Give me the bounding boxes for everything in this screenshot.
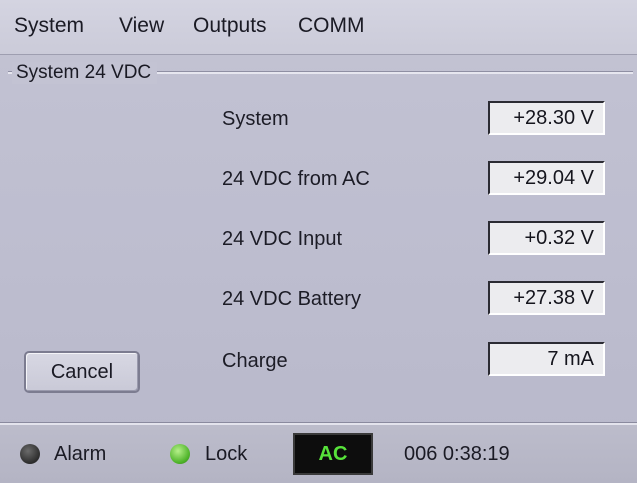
vdc-input-label: 24 VDC Input xyxy=(222,228,343,250)
counter-time: 006 0:38:19 xyxy=(404,443,510,465)
vdc-battery-value: +27.38 V xyxy=(488,281,605,315)
menu-system[interactable]: System xyxy=(14,14,84,38)
power-source-indicator: AC xyxy=(293,433,373,475)
vdc-from-ac-label: 24 VDC from AC xyxy=(222,168,370,190)
alarm-label: Alarm xyxy=(54,443,107,465)
system-label: System xyxy=(222,108,289,130)
status-bar: Alarm Lock AC 006 0:38:19 xyxy=(0,423,637,483)
charge-value: 7 mA xyxy=(488,342,605,376)
menu-view[interactable]: View xyxy=(119,14,164,38)
vdc-input-value: +0.32 V xyxy=(488,221,605,255)
charge-label: Charge xyxy=(222,350,288,372)
alarm-led-icon xyxy=(20,444,40,464)
system-voltage-value: +28.30 V xyxy=(488,101,605,135)
lock-led-icon xyxy=(170,444,190,464)
device-screen: System View Outputs COMM System 24 VDC S… xyxy=(0,0,637,483)
menu-bar: System View Outputs COMM xyxy=(0,0,637,55)
cancel-button[interactable]: Cancel xyxy=(24,351,140,393)
vdc-from-ac-value: +29.04 V xyxy=(488,161,605,195)
lock-label: Lock xyxy=(205,443,248,465)
group-title: System 24 VDC xyxy=(12,62,158,84)
menu-outputs[interactable]: Outputs xyxy=(193,14,267,38)
menu-comm[interactable]: COMM xyxy=(298,14,365,38)
vdc-battery-label: 24 VDC Battery xyxy=(222,288,361,310)
